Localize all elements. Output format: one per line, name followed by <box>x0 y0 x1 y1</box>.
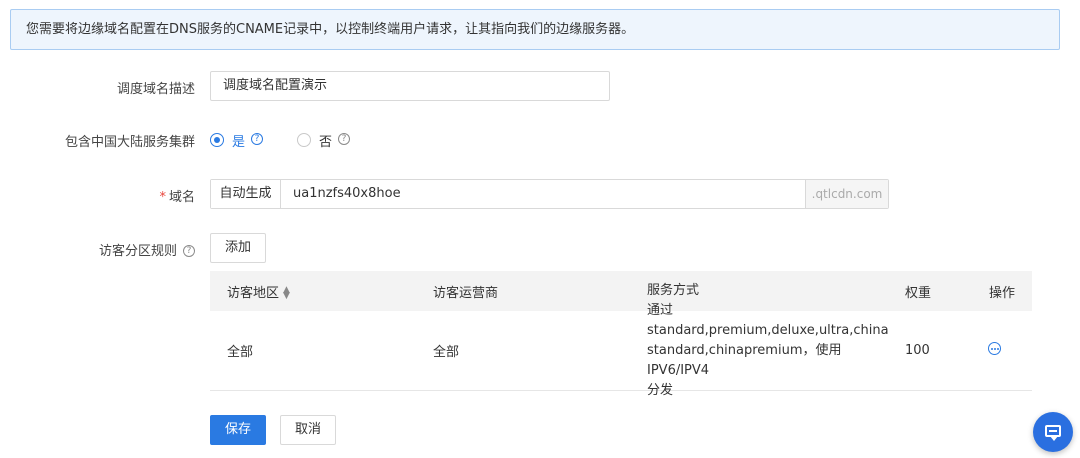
help-icon[interactable]: ? <box>338 133 351 145</box>
radio-no-label[interactable]: 否 <box>319 131 332 150</box>
cell-action <box>970 342 1032 359</box>
radio-yes[interactable]: 是 ? <box>210 131 264 150</box>
domain-input-group: 自动生成 ua1nzfs40x8hoe .qtlcdn.com <box>210 179 889 209</box>
radio-no[interactable]: 否 ? <box>297 131 351 150</box>
help-icon[interactable]: ? <box>251 133 264 145</box>
radio-no-dot[interactable] <box>297 133 312 147</box>
sort-icon[interactable]: ▲ ▼ <box>283 286 290 301</box>
service-line: 分发 <box>647 382 674 398</box>
help-icon[interactable]: ? <box>183 244 195 257</box>
header-region[interactable]: 访客地区 ▲ ▼ <box>210 282 417 301</box>
mainland-radio-group: 是 ? 否 ? <box>210 131 384 150</box>
domain-label: * 域名 <box>159 190 195 205</box>
required-mark: * <box>159 190 166 205</box>
header-service: 服务方式 <box>647 283 700 298</box>
header-action: 操作 <box>989 285 1016 301</box>
service-line: standard,chinapremium，使用IPV6/IPV4 <box>647 342 842 378</box>
header-weight: 权重 <box>905 285 932 301</box>
cancel-button[interactable]: 取消 <box>280 415 336 445</box>
domain-value: ua1nzfs40x8hoe <box>293 186 401 201</box>
domain-suffix: .qtlcdn.com <box>805 180 888 208</box>
description-input[interactable]: 调度域名配置演示 <box>210 71 610 101</box>
cell-region: 全部 <box>227 345 254 360</box>
cell-service: 通过 standard,premium,deluxe,ultra,china s… <box>631 301 889 401</box>
mainland-label: 包含中国大陆服务集群 <box>64 135 195 150</box>
radio-yes-label[interactable]: 是 <box>232 131 245 150</box>
header-isp: 访客运营商 <box>433 285 499 301</box>
save-button[interactable]: 保存 <box>210 415 266 445</box>
more-icon[interactable] <box>988 342 1001 355</box>
rules-table: 访客地区 ▲ ▼ 访客运营商 服务方式 权重 操作 全部 全部 通过 standar… <box>210 271 1032 398</box>
domain-prefix: 自动生成 <box>211 180 281 208</box>
cell-weight: 100 <box>905 343 930 358</box>
radio-yes-dot[interactable] <box>210 133 224 147</box>
domain-input[interactable]: ua1nzfs40x8hoe <box>281 180 805 208</box>
chat-button[interactable] <box>1033 412 1073 452</box>
description-value: 调度域名配置演示 <box>223 78 328 93</box>
add-rule-button[interactable]: 添加 <box>210 233 266 263</box>
alert-text: 您需要将边缘域名配置在DNS服务的CNAME记录中，以控制终端用户请求，让其指向… <box>26 22 635 37</box>
table-header: 访客地区 ▲ ▼ 访客运营商 服务方式 权重 操作 <box>210 271 1032 311</box>
description-label: 调度域名描述 <box>116 82 195 97</box>
info-alert: 您需要将边缘域名配置在DNS服务的CNAME记录中，以控制终端用户请求，让其指向… <box>10 9 1060 50</box>
table-row: 全部 全部 通过 standard,premium,deluxe,ultra,c… <box>210 303 1032 398</box>
service-line: 通过 standard,premium,deluxe,ultra,china <box>647 302 889 338</box>
cell-isp: 全部 <box>433 345 460 360</box>
rules-label: 访客分区规则? <box>10 240 195 259</box>
